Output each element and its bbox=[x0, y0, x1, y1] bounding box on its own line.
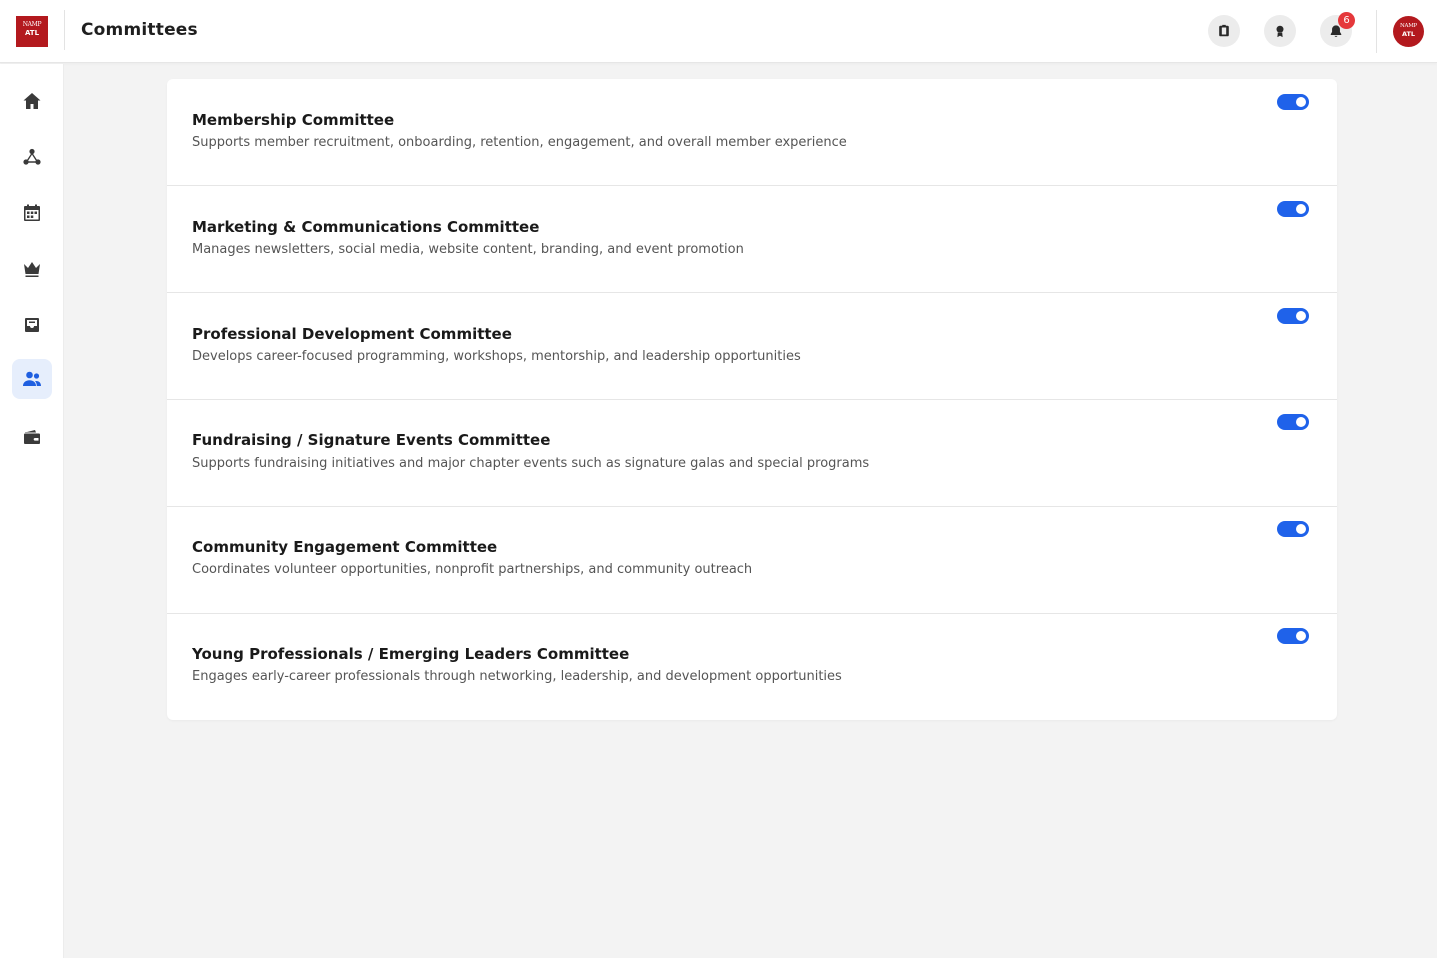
committee-title: Membership Committee bbox=[192, 111, 395, 129]
committee-title: Marketing & Communications Committee bbox=[192, 218, 540, 236]
network-icon bbox=[23, 148, 41, 165]
list-item: Young Professionals / Emerging Leaders C… bbox=[167, 614, 1337, 720]
committee-toggle[interactable] bbox=[1277, 94, 1309, 110]
award-button[interactable] bbox=[1264, 15, 1296, 47]
list-item: Fundraising / Signature Events Committee… bbox=[167, 400, 1337, 507]
list-item: Community Engagement Committee Coordinat… bbox=[167, 507, 1337, 614]
committee-title: Fundraising / Signature Events Committee bbox=[192, 431, 551, 449]
toggle-knob bbox=[1296, 97, 1306, 107]
home-icon bbox=[23, 93, 41, 109]
sidebar-item-calendar[interactable] bbox=[12, 193, 52, 233]
inbox-icon bbox=[25, 318, 39, 332]
committee-toggle[interactable] bbox=[1277, 308, 1309, 324]
toggle-knob bbox=[1296, 311, 1306, 321]
header-divider bbox=[64, 10, 65, 50]
list-item: Marketing & Communications Committee Man… bbox=[167, 186, 1337, 293]
avatar[interactable]: NAMP ATL bbox=[1393, 16, 1424, 47]
committee-description: Supports fundraising initiatives and maj… bbox=[192, 456, 870, 471]
top-bar: NAMP ATL Committees 6 NAMP ATL bbox=[0, 0, 1437, 63]
committee-title: Community Engagement Committee bbox=[192, 538, 498, 556]
sidebar bbox=[0, 64, 64, 958]
toggle-knob bbox=[1296, 417, 1306, 427]
badge-id-icon bbox=[1219, 24, 1229, 37]
wallet-icon bbox=[24, 430, 40, 444]
badge-id-button[interactable] bbox=[1208, 15, 1240, 47]
committee-description: Manages newsletters, social media, websi… bbox=[192, 242, 744, 257]
committee-toggle[interactable] bbox=[1277, 414, 1309, 430]
sidebar-item-crown[interactable] bbox=[12, 249, 52, 289]
calendar-icon bbox=[24, 204, 40, 221]
sidebar-item-home[interactable] bbox=[12, 81, 52, 121]
committee-description: Coordinates volunteer opportunities, non… bbox=[192, 562, 753, 577]
sidebar-item-wallet[interactable] bbox=[12, 417, 52, 457]
committee-description: Supports member recruitment, onboarding,… bbox=[192, 135, 847, 150]
committee-toggle[interactable] bbox=[1277, 201, 1309, 217]
avatar-line1: NAMP bbox=[1400, 23, 1417, 29]
list-item: Membership Committee Supports member rec… bbox=[167, 79, 1337, 186]
brand-logo[interactable]: NAMP ATL bbox=[16, 16, 48, 47]
crown-icon bbox=[24, 262, 40, 277]
committees-list: Membership Committee Supports member rec… bbox=[167, 79, 1337, 720]
list-item: Professional Development Committee Devel… bbox=[167, 293, 1337, 400]
logo-line1: NAMP bbox=[22, 21, 42, 28]
avatar-line2: ATL bbox=[1401, 29, 1416, 38]
sidebar-item-network[interactable] bbox=[12, 137, 52, 177]
committee-title: Young Professionals / Emerging Leaders C… bbox=[192, 645, 630, 663]
toggle-knob bbox=[1296, 204, 1306, 214]
notification-badge: 6 bbox=[1338, 12, 1355, 29]
sidebar-item-committees[interactable] bbox=[12, 359, 52, 399]
header-divider-right bbox=[1376, 10, 1377, 53]
committee-toggle[interactable] bbox=[1277, 628, 1309, 644]
toggle-knob bbox=[1296, 631, 1306, 641]
page-title: Committees bbox=[81, 20, 198, 40]
committee-toggle[interactable] bbox=[1277, 521, 1309, 537]
award-icon bbox=[1276, 25, 1284, 38]
committee-description: Engages early-career professionals throu… bbox=[192, 669, 842, 684]
users-icon bbox=[23, 371, 41, 386]
sidebar-item-inbox[interactable] bbox=[12, 305, 52, 345]
toggle-knob bbox=[1296, 524, 1306, 534]
committee-title: Professional Development Committee bbox=[192, 325, 512, 343]
logo-line2: ATL bbox=[24, 29, 40, 37]
committee-description: Develops career-focused programming, wor… bbox=[192, 349, 801, 364]
